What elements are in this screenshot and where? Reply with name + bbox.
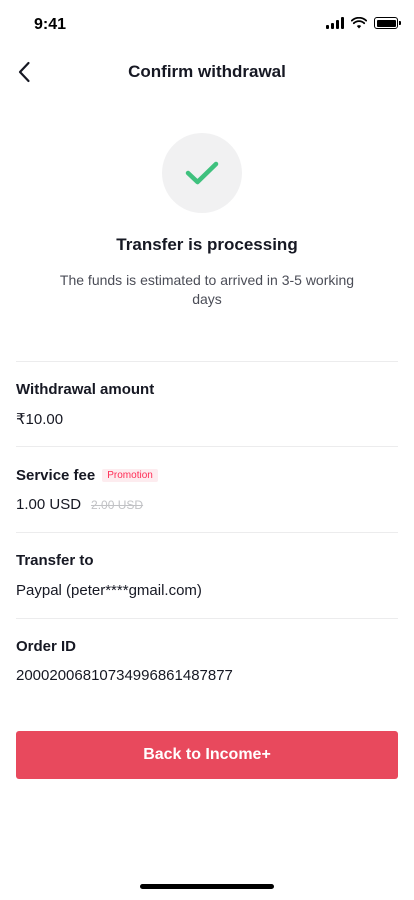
success-badge [162, 133, 242, 213]
divider [16, 532, 398, 533]
promotion-badge: Promotion [102, 469, 158, 482]
back-to-income-button[interactable]: Back to Income+ [16, 731, 398, 779]
cellular-signal-icon [326, 17, 344, 29]
withdrawal-confirmation-screen: 9:41 Confirm withdrawal Transfer is proc [0, 0, 414, 900]
divider [16, 618, 398, 619]
result-title: Transfer is processing [116, 235, 298, 254]
home-indicator[interactable] [140, 884, 274, 889]
order-id-value: 20002006810734996861487877 [16, 667, 233, 684]
divider [16, 361, 398, 362]
status-bar: 9:41 [0, 0, 414, 44]
order-id-label: Order ID [16, 638, 77, 655]
original-fee-value: 2.00 USD [91, 498, 144, 512]
divider [16, 446, 398, 447]
service-fee-value-row: 1.00 USD 2.00 USD [16, 496, 143, 513]
withdrawal-amount-value: ₹10.00 [16, 411, 64, 428]
battery-icon [374, 17, 401, 29]
status-time: 9:41 [34, 16, 67, 33]
navigation-bar: Confirm withdrawal [0, 44, 414, 100]
result-description: The funds is estimated to arrived in 3-5… [59, 272, 355, 307]
service-fee-label: Service fee [16, 467, 96, 484]
status-icons [326, 17, 401, 29]
service-fee-row: Service fee Promotion [16, 467, 158, 484]
transfer-to-label: Transfer to [16, 552, 94, 569]
wifi-icon [351, 17, 367, 29]
checkmark-icon [185, 161, 219, 185]
service-fee-value: 1.00 USD [16, 496, 82, 513]
transfer-to-value: Paypal (peter****gmail.com) [16, 582, 202, 599]
page-title: Confirm withdrawal [128, 62, 286, 81]
withdrawal-amount-label: Withdrawal amount [16, 381, 155, 398]
